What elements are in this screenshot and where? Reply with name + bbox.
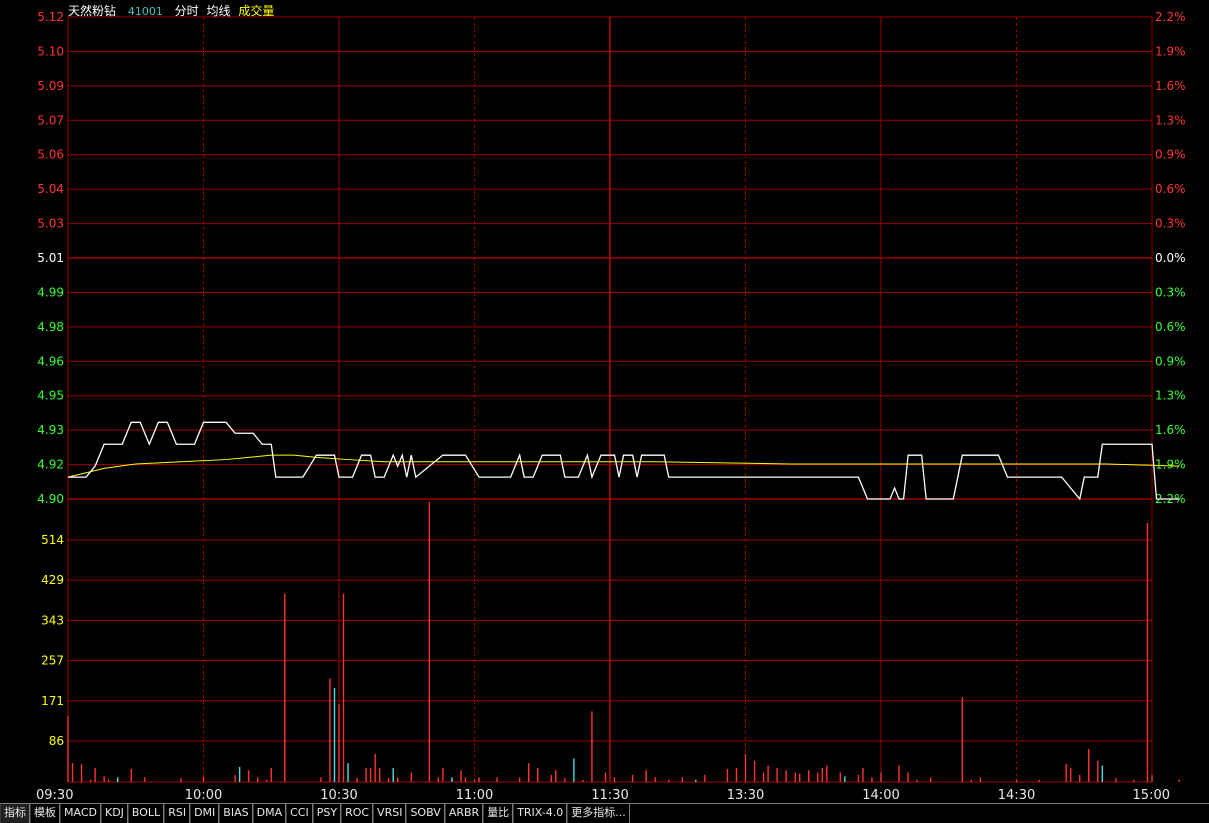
- toolbar-item-15[interactable]: 量比: [483, 804, 514, 823]
- toolbar-item-8[interactable]: DMA: [252, 804, 287, 823]
- toolbar-item-6[interactable]: DMI: [190, 804, 220, 823]
- toolbar-item-14[interactable]: ARBR: [444, 804, 484, 823]
- percent-tick-label: 0.3%: [1155, 217, 1186, 231]
- toolbar-item-16[interactable]: TRIX-4.0: [513, 804, 568, 823]
- toolbar-item-1[interactable]: 模板: [30, 804, 60, 823]
- toolbar-item-13[interactable]: SOBV: [406, 804, 445, 823]
- price-tick-label: 5.07: [37, 113, 64, 127]
- percent-tick-label: 0.6%: [1155, 320, 1186, 334]
- toolbar-item-10[interactable]: PSY: [312, 804, 342, 823]
- percent-tick-label: 0.9%: [1155, 148, 1186, 162]
- percent-tick-label: 0.3%: [1155, 285, 1186, 299]
- time-tick-label: 14:00: [862, 788, 899, 803]
- toolbar-item-2[interactable]: MACD: [60, 804, 101, 823]
- toolbar-item-3[interactable]: KDJ: [100, 804, 128, 823]
- price-tick-label: 4.99: [37, 285, 64, 299]
- intraday-chart[interactable]: 5.12 2.2% 5.10 1.9% 5.09 1.6% 5.07 1.3% 5.06 0.9%…: [0, 0, 1209, 803]
- price-tick-label: 4.92: [37, 458, 64, 472]
- chart-header: 天然粉钻 41001 分时 均线 成交量: [68, 2, 282, 19]
- time-tick-label: 15:00: [1133, 788, 1170, 803]
- volume-label: 成交量: [238, 4, 275, 18]
- avg-price-line: [67, 454, 1180, 478]
- price-tick-label: 5.06: [37, 148, 64, 162]
- volume-tick-label: 171: [41, 694, 64, 708]
- avg-line-label: 均线: [206, 4, 231, 18]
- toolbar-item-5[interactable]: RSI: [164, 804, 191, 823]
- volume-tick-label: 86: [49, 734, 64, 748]
- stock-code: 41001: [127, 5, 163, 18]
- volume-tick-label: 343: [41, 613, 64, 627]
- percent-tick-label: 1.9%: [1155, 44, 1186, 58]
- toolbar-item-17[interactable]: 更多指标...: [567, 804, 630, 823]
- percent-tick-label: 2.2%: [1155, 10, 1186, 24]
- percent-tick-label: 0.9%: [1155, 354, 1186, 368]
- percent-tick-label: 1.9%: [1155, 458, 1186, 472]
- toolbar-item-7[interactable]: BIAS: [219, 804, 253, 823]
- volume-tick-label: 514: [41, 533, 64, 547]
- toolbar-item-9[interactable]: CCI: [286, 804, 313, 823]
- time-tick-label: 09:30: [36, 788, 73, 803]
- time-tick-label: 10:00: [185, 788, 222, 803]
- price-tick-label: 5.10: [37, 44, 64, 58]
- percent-tick-label: 1.3%: [1155, 113, 1186, 127]
- price-tick-label: 4.95: [37, 389, 64, 403]
- stock-name: 天然粉钻: [68, 4, 117, 18]
- price-tick-label: 5.09: [37, 79, 64, 93]
- price-tick-label: 4.93: [37, 423, 64, 437]
- time-tick-label: 10:30: [320, 788, 357, 803]
- price-tick-label: 5.03: [37, 217, 64, 231]
- percent-tick-label: 1.6%: [1155, 79, 1186, 93]
- price-tick-label: 4.90: [37, 492, 64, 506]
- percent-tick-label: 0.6%: [1155, 182, 1186, 196]
- price-tick-label: 4.96: [37, 354, 64, 368]
- price-tick-label: 5.04: [37, 182, 64, 196]
- time-tick-label: 11:30: [591, 788, 628, 803]
- price-tick-label: 4.98: [37, 320, 64, 334]
- volume-tick-label: 257: [41, 654, 64, 668]
- price-tick-label: 5.12: [37, 10, 64, 24]
- time-tick-label: 11:00: [456, 788, 493, 803]
- percent-tick-label: 1.6%: [1155, 423, 1186, 437]
- price-tick-label: 5.01: [37, 251, 64, 265]
- mode-label: 分时: [174, 4, 199, 18]
- toolbar-item-4[interactable]: BOLL: [127, 804, 165, 823]
- toolbar-item-0[interactable]: 指标: [0, 804, 30, 823]
- time-tick-label: 14:30: [998, 788, 1035, 803]
- percent-tick-label: 0.0%: [1155, 251, 1186, 265]
- price-line: [68, 421, 1180, 501]
- volume-tick-label: 429: [41, 573, 64, 587]
- toolbar-item-12[interactable]: VRSI: [373, 804, 407, 823]
- indicator-toolbar: 指标 模板 MACD KDJ BOLL RSI DMI BIAS DMA CCI PSY ROC VRS…: [0, 803, 1209, 823]
- toolbar-item-11[interactable]: ROC: [341, 804, 374, 823]
- time-tick-label: 13:30: [727, 788, 764, 803]
- percent-tick-label: 1.3%: [1155, 389, 1186, 403]
